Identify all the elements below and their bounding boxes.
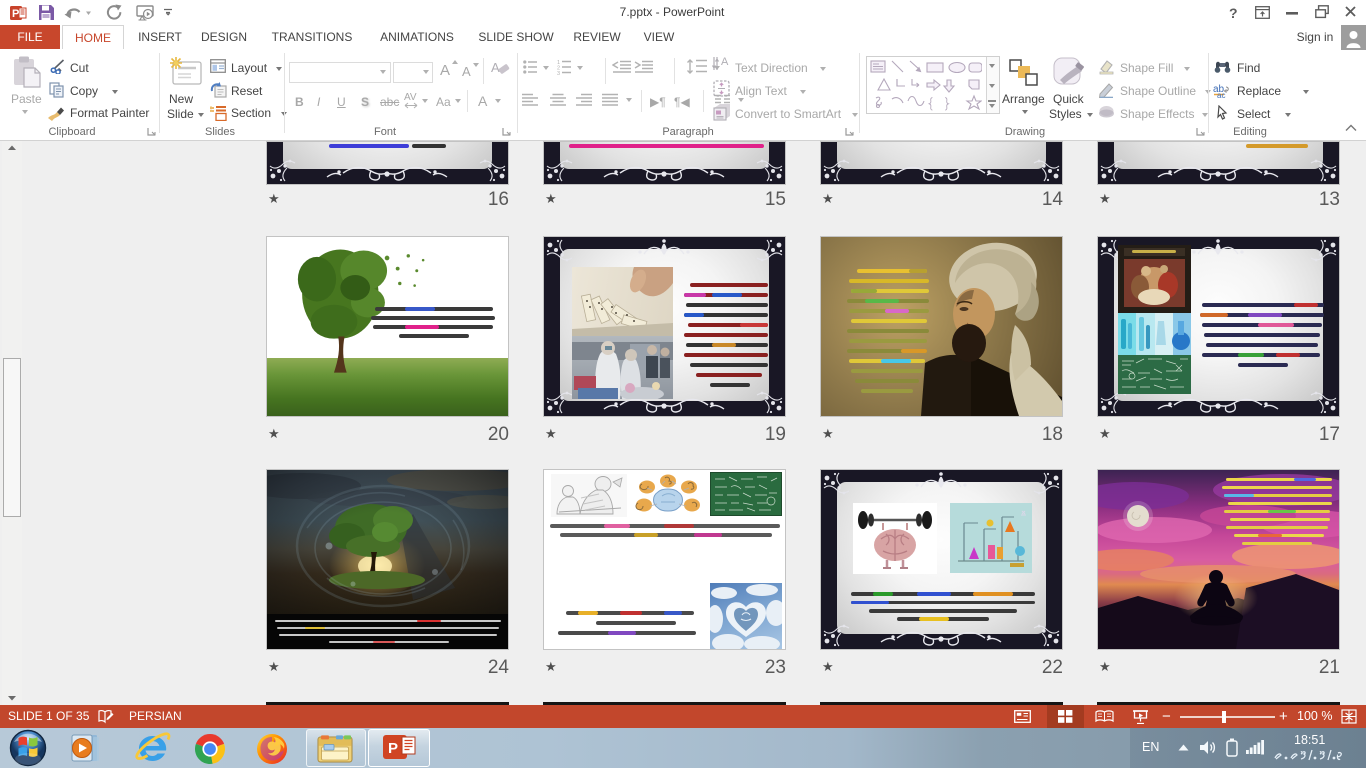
svg-text:3: 3	[557, 71, 560, 75]
svg-text:ac: ac	[1217, 91, 1225, 98]
svg-text:A: A	[721, 56, 729, 68]
svg-text:P: P	[388, 740, 398, 757]
svg-text:A: A	[491, 60, 500, 75]
